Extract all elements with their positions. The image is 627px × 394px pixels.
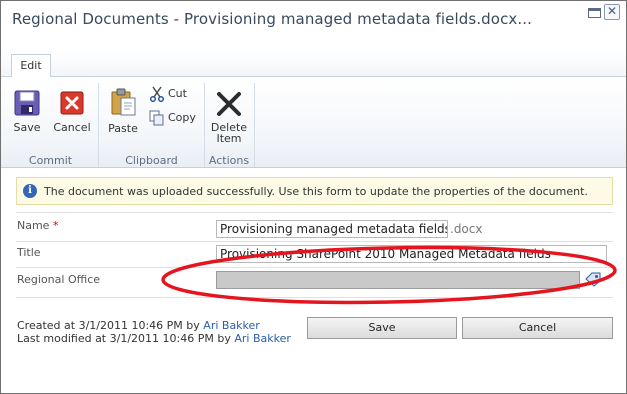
cancel-button[interactable]: Cancel — [462, 317, 613, 339]
cancel-x-icon — [60, 91, 84, 115]
ribbon-tab-strip — [1, 51, 626, 76]
cut-label: Cut — [168, 87, 187, 100]
copy-button[interactable]: Copy — [149, 110, 199, 126]
group-label-clipboard: Clipboard — [125, 154, 178, 167]
delete-item-button[interactable]: Delete Item — [209, 89, 249, 144]
clipboard-paste-icon — [111, 88, 136, 116]
scissors-icon — [149, 86, 165, 102]
floppy-disk-icon — [14, 90, 40, 116]
title-bar: Regional Documents - Provisioning manage… — [1, 1, 626, 51]
cut-button[interactable]: Cut — [149, 86, 194, 102]
title-label: Title — [17, 246, 41, 259]
paste-label: Paste — [108, 122, 138, 135]
paste-button[interactable]: Paste — [105, 87, 141, 134]
save-button[interactable]: Save — [307, 317, 457, 339]
delete-label-line2: Item — [216, 132, 242, 145]
maximize-icon[interactable] — [588, 8, 601, 18]
created-text: Created at 3/1/2011 10:46 PM by — [17, 319, 200, 332]
cancel-ribbon-button[interactable]: Cancel — [53, 89, 91, 133]
annotation-ellipse — [161, 245, 617, 305]
form-divider — [16, 212, 613, 213]
regional-office-label: Regional Office — [17, 273, 101, 286]
required-marker: * — [52, 219, 59, 232]
copy-icon — [149, 110, 164, 126]
created-info: Created at 3/1/2011 10:46 PM by Ari Bakk… — [17, 319, 260, 332]
close-button[interactable]: ✕ — [604, 4, 620, 20]
name-label-text: Name — [17, 219, 50, 232]
cancel-ribbon-label: Cancel — [53, 121, 91, 134]
group-label-actions: Actions — [208, 154, 250, 167]
copy-label: Copy — [168, 111, 196, 124]
name-label: Name * — [17, 219, 58, 232]
close-icon: ✕ — [606, 4, 618, 18]
modified-info: Last modified at 3/1/2011 10:46 PM by Ar… — [17, 332, 291, 345]
status-message-bar: i The document was uploaded successfully… — [16, 177, 613, 205]
save-ribbon-button[interactable]: Save — [9, 89, 45, 133]
tab-edit[interactable]: Edit — [11, 54, 51, 77]
dialog-title: Regional Documents - Provisioning manage… — [12, 10, 533, 28]
save-ribbon-label: Save — [13, 121, 41, 134]
delete-x-icon — [217, 92, 241, 116]
group-label-commit: Commit — [28, 154, 73, 167]
modified-text: Last modified at 3/1/2011 10:46 PM by — [17, 332, 231, 345]
form-divider — [16, 241, 613, 242]
info-icon: i — [23, 184, 37, 198]
modified-by-link[interactable]: Ari Bakker — [234, 332, 291, 345]
name-input[interactable]: Provisioning managed metadata fields — [216, 220, 448, 238]
ribbon-group-separator — [254, 83, 255, 167]
file-extension: .docx — [450, 222, 483, 236]
status-message-text: The document was uploaded successfully. … — [44, 185, 588, 198]
dialog-window: Regional Documents - Provisioning manage… — [0, 0, 627, 394]
created-by-link[interactable]: Ari Bakker — [203, 319, 260, 332]
